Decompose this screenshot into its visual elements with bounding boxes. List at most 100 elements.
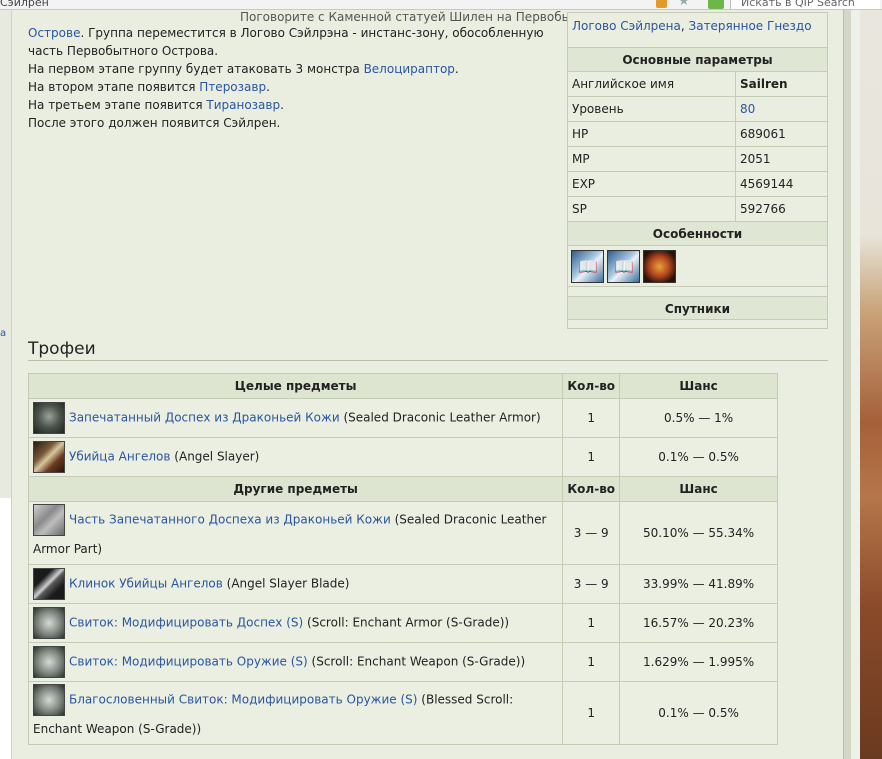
- param-value: 592766: [740, 202, 786, 216]
- stage3-text: На третьем этапе появится: [28, 98, 207, 112]
- main-params-header: Основные параметры: [568, 48, 827, 72]
- item-en-name: (Sealed Draconic Leather Armor): [339, 410, 541, 425]
- book-skill-icon[interactable]: [607, 250, 640, 283]
- param-key: MP: [568, 147, 736, 171]
- link-lost-nest[interactable]: Затерянное Гнездо: [689, 19, 812, 33]
- item-cell: Убийца Ангелов (Angel Slayer): [27, 437, 564, 477]
- chance-cell: 0.1% — 0.5%: [619, 437, 778, 477]
- level-link[interactable]: 80: [736, 97, 827, 121]
- chance-cell: 16.57% — 20.23%: [619, 603, 778, 643]
- stage1-end: .: [454, 62, 459, 76]
- stage1-text: На первом этапе группу будет атаковать 3…: [28, 62, 364, 76]
- param-value: 4569144: [740, 177, 794, 191]
- stage3-end: .: [280, 98, 284, 112]
- book-skill-icon[interactable]: [571, 250, 604, 283]
- qty-header: Кол-во: [562, 476, 621, 502]
- sidebar-link-fragment[interactable]: а: [0, 328, 6, 339]
- item-link[interactable]: Убийца Ангелов: [69, 450, 170, 464]
- address-bar[interactable]: Сэйлрен: [0, 0, 49, 9]
- table-row: Запечатанный Доспех из Драконьей Кожи (S…: [27, 398, 778, 438]
- item-link[interactable]: Свиток: Модифицировать Доспех (S): [69, 616, 303, 630]
- qty-cell: 1: [562, 603, 621, 643]
- link-tyrannosaur[interactable]: Тиранозавр: [206, 98, 280, 112]
- stage3-line: На третьем этапе появится Тиранозавр.: [28, 96, 558, 114]
- param-value: 2051: [740, 152, 771, 166]
- search-input[interactable]: Искать в QIP Search: [730, 0, 880, 9]
- qty-cell: 1: [562, 398, 621, 438]
- trophies-heading: Трофеи: [28, 339, 828, 361]
- table-row: Часть Запечатанного Доспеха из Драконьей…: [27, 501, 778, 565]
- item-cell: Свиток: Модифицировать Оружие (S) (Scrol…: [27, 642, 564, 682]
- whole-items-header: Целые предметы: [27, 373, 564, 399]
- rss-icon[interactable]: [656, 0, 667, 8]
- chance-cell: 0.1% — 0.5%: [619, 681, 778, 745]
- article-intro: Поговорите с Каменной статуей Шилен на П…: [28, 10, 602, 132]
- item-link[interactable]: Благословенный Свиток: Модифицировать Ор…: [69, 693, 417, 707]
- param-row: Английское имя Sailren: [568, 72, 827, 97]
- param-row: HP 689061: [568, 122, 827, 147]
- location-separator: ,: [680, 19, 689, 33]
- item-link[interactable]: Запечатанный Доспех из Драконьей Кожи: [69, 411, 340, 425]
- item-link[interactable]: Часть Запечатанного Доспеха из Драконьей…: [69, 513, 391, 527]
- item-cell: Запечатанный Доспех из Драконьей Кожи (S…: [27, 398, 564, 438]
- clipped-text-line: Поговорите с Каменной статуей Шилен на П…: [240, 10, 603, 24]
- link-pterosaur[interactable]: Птерозавр: [199, 80, 266, 94]
- armor-part-icon[interactable]: [33, 504, 65, 536]
- table-row: Убийца Ангелов (Angel Slayer) 1 0.1% — 0…: [27, 437, 778, 477]
- table-row: Благословенный Свиток: Модифицировать Ор…: [27, 681, 778, 745]
- companions-body: [568, 320, 827, 328]
- infobox-locations: Логово Сэйлрена, Затерянное Гнездо: [568, 13, 827, 48]
- stage2-end: .: [266, 80, 270, 94]
- blessed-scroll-icon[interactable]: [33, 684, 65, 716]
- features-icons: [568, 246, 827, 287]
- table-row: Свиток: Модифицировать Доспех (S) (Scrol…: [27, 603, 778, 643]
- qty-cell: 1: [562, 437, 621, 477]
- param-row: Уровень 80: [568, 97, 827, 122]
- item-en-name: (Scroll: Enchant Armor (S-Grade)): [303, 615, 510, 630]
- right-border: [843, 10, 851, 759]
- param-key: Уровень: [568, 97, 736, 121]
- link-sailren-lair[interactable]: Логово Сэйлрена: [572, 19, 681, 33]
- param-key: SP: [568, 197, 736, 221]
- item-en-name: (Angel Slayer): [170, 449, 260, 464]
- right-gap: [851, 10, 860, 759]
- scroll-armor-icon[interactable]: [33, 607, 65, 639]
- chance-cell: 0.5% — 1%: [619, 398, 778, 438]
- bookmark-star-icon[interactable]: ★: [678, 0, 690, 9]
- drops-table: Целые предметы Кол-во Шанс Запечатанный …: [27, 373, 778, 745]
- param-key: Английское имя: [568, 72, 736, 96]
- qip-search-icon[interactable]: [708, 0, 724, 9]
- blade-icon[interactable]: [33, 568, 65, 600]
- qty-cell: 3 — 9: [562, 501, 621, 565]
- scroll-weapon-icon[interactable]: [33, 646, 65, 678]
- features-header: Особенности: [568, 222, 827, 246]
- left-sidebar-panel: [0, 498, 12, 759]
- armor-icon[interactable]: [33, 402, 65, 434]
- qty-header: Кол-во: [562, 373, 621, 399]
- chance-header: Шанс: [619, 476, 778, 502]
- item-cell: Свиток: Модифицировать Доспех (S) (Scrol…: [27, 603, 564, 643]
- param-value: 689061: [740, 127, 786, 141]
- intro-text: . Группа переместится в Логово Сэйлрэна …: [28, 26, 544, 58]
- table-row: Свиток: Модифицировать Оружие (S) (Scrol…: [27, 642, 778, 682]
- final-line: После этого должен появится Сэйлрен.: [28, 116, 281, 130]
- item-link[interactable]: Свиток: Модифицировать Оружие (S): [69, 655, 308, 669]
- chance-header: Шанс: [619, 373, 778, 399]
- table-row: Клинок Убийцы Ангелов (Angel Slayer Blad…: [27, 564, 778, 604]
- link-island[interactable]: Острове: [28, 26, 80, 40]
- link-velociraptor[interactable]: Велоцираптор: [364, 62, 455, 76]
- intro-paragraph: Острове. Группа переместится в Логово Сэ…: [28, 24, 558, 60]
- item-link[interactable]: Клинок Убийцы Ангелов: [69, 577, 223, 591]
- qty-cell: 1: [562, 642, 621, 682]
- background-artwork: [860, 10, 882, 759]
- chance-cell: 33.99% — 41.89%: [619, 564, 778, 604]
- item-cell: Благословенный Свиток: Модифицировать Ор…: [27, 681, 564, 745]
- item-en-name: (Scroll: Enchant Weapon (S-Grade)): [307, 654, 526, 669]
- other-items-header: Другие предметы: [27, 476, 564, 502]
- boss-infobox: Логово Сэйлрена, Затерянное Гнездо Основ…: [567, 12, 828, 329]
- param-row: SP 592766: [568, 197, 827, 222]
- sword-icon[interactable]: [33, 441, 65, 473]
- chance-cell: 1.629% — 1.995%: [619, 642, 778, 682]
- stage2-text: На втором этапе появится: [28, 80, 200, 94]
- raid-boss-face-icon[interactable]: [643, 250, 676, 283]
